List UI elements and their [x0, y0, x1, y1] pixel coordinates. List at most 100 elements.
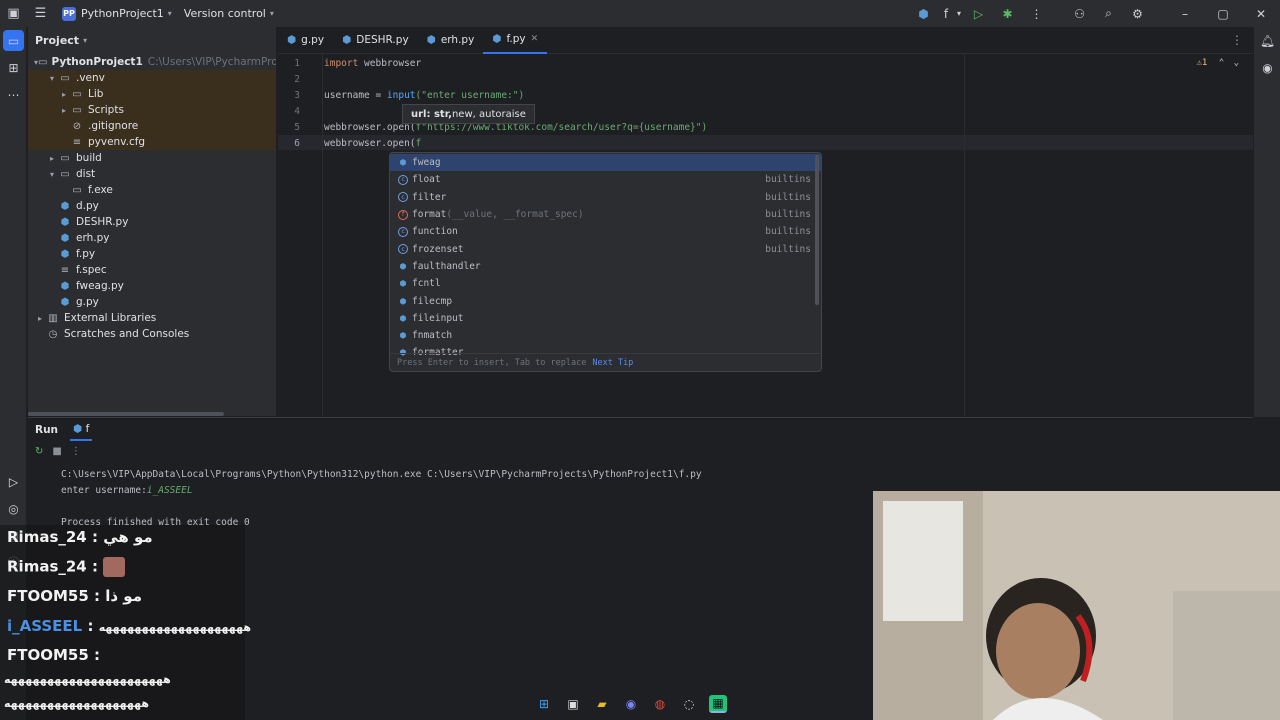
tree-item-deshr-py[interactable]: ⬢ DESHR.py — [28, 214, 276, 230]
completion-list: ⬢ fweag c float builtins c filter builtins f form… — [390, 153, 821, 362]
expand-arrow-icon[interactable]: ▸ — [34, 314, 46, 323]
tab-g-py[interactable]: ⬢ g.py — [278, 27, 333, 54]
completion-item[interactable]: ⬢ fileinput — [390, 310, 821, 327]
run-config-python-icon[interactable]: ⬢ — [909, 7, 938, 21]
completion-name: fweag — [412, 157, 441, 169]
tree-item-external-libraries[interactable]: ▸ ▥ External Libraries — [28, 310, 276, 326]
folder-icon: ▭ — [38, 56, 48, 68]
tab-options-icon[interactable]: ⋮ — [1231, 33, 1243, 47]
tree-item-erh-py[interactable]: ⬢ erh.py — [28, 230, 276, 246]
completion-item[interactable]: f format (__value, __format_spec) builtins — [390, 206, 821, 223]
completion-item[interactable]: ⬢ fcntl — [390, 275, 821, 292]
line-number: 4 — [294, 106, 300, 117]
search-icon[interactable]: ⌕ — [1094, 6, 1123, 21]
python-file-icon: ⬢ — [492, 33, 502, 45]
run-tool-icon[interactable]: ▷ — [0, 468, 27, 495]
close-tab-icon[interactable]: ✕ — [531, 34, 539, 44]
chevron-down-icon[interactable]: ▾ — [168, 9, 172, 18]
close-icon[interactable]: ✕ — [1242, 7, 1280, 21]
minimize-icon[interactable]: – — [1166, 7, 1204, 21]
task-view-icon[interactable]: ▣ — [564, 695, 582, 713]
file-explorer-icon[interactable]: ▰ — [593, 695, 611, 713]
windows-start-icon[interactable]: ⊞ — [535, 695, 553, 713]
tree-item-scripts[interactable]: ▸ ▭ Scripts — [28, 102, 276, 118]
chrome-icon[interactable]: ◍ — [651, 695, 669, 713]
line-number: 5 — [294, 122, 300, 133]
expand-arrow-icon[interactable]: ▾ — [46, 74, 58, 83]
completion-item[interactable]: c frozenset builtins — [390, 240, 821, 257]
tree-root[interactable]: ▾ ▭ PythonProject1 C:\Users\VIP\PycharmP… — [28, 54, 276, 70]
completion-source: builtins — [765, 243, 811, 255]
project-tool-icon[interactable]: ▭ — [3, 30, 24, 51]
project-panel-header[interactable]: Project ▾ — [28, 27, 276, 54]
main-menu-icon[interactable]: ☰ — [27, 0, 54, 27]
ai-assistant-icon[interactable]: ◉ — [1254, 54, 1280, 81]
completion-item[interactable]: c function builtins — [390, 223, 821, 240]
tab-label: g.py — [301, 34, 325, 46]
discord-icon[interactable]: ◉ — [622, 695, 640, 713]
expand-arrow-icon[interactable]: ▸ — [58, 90, 70, 99]
code-token: webbrowser.open( — [324, 138, 416, 149]
tree-item-build[interactable]: ▸ ▭ build — [28, 150, 276, 166]
code-token: import — [324, 58, 359, 69]
completion-item[interactable]: ⬢ faulthandler — [390, 258, 821, 275]
tree-item-f-spec[interactable]: ≡ f.spec — [28, 262, 276, 278]
tree-item-d-py[interactable]: ⬢ d.py — [28, 198, 276, 214]
expand-arrow-icon[interactable]: ▸ — [46, 154, 58, 163]
tree-item-venv[interactable]: ▾ ▭ .venv — [28, 70, 276, 86]
more-icon[interactable]: ⋮ — [71, 446, 81, 462]
tree-item-pyvenv-cfg[interactable]: ≡ pyvenv.cfg — [28, 134, 276, 150]
tab-deshr-py[interactable]: ⬢ DESHR.py — [333, 27, 418, 54]
run-tab-f[interactable]: ⬢ f — [70, 419, 93, 441]
settings-icon[interactable]: ⚙ — [1123, 7, 1152, 21]
chevron-down-icon[interactable]: ⌄ — [1234, 58, 1239, 68]
tree-item-fweag-py[interactable]: ⬢ fweag.py — [28, 278, 276, 294]
python-packages-icon[interactable]: ◎ — [0, 495, 27, 522]
pycharm-icon[interactable]: ▦ — [709, 695, 727, 713]
tree-item-dist[interactable]: ▾ ▭ dist — [28, 166, 276, 182]
project-name-dropdown[interactable]: PythonProject1 — [81, 7, 164, 20]
chevron-down-icon[interactable]: ▾ — [270, 9, 274, 18]
tree-item-f-py[interactable]: ⬢ f.py — [28, 246, 276, 262]
chevron-up-icon[interactable]: ⌃ — [1219, 58, 1224, 68]
completion-item[interactable]: ⬢ filecmp — [390, 292, 821, 309]
structure-tool-icon[interactable]: ⊞ — [0, 54, 27, 81]
notifications-icon[interactable]: 🔔︎ — [1254, 27, 1280, 54]
expand-arrow-icon[interactable]: ▸ — [58, 106, 70, 115]
run-config-name[interactable]: f — [938, 7, 954, 21]
chevron-down-icon[interactable]: ▾ — [954, 9, 964, 18]
more-tools-icon[interactable]: ⋯ — [0, 81, 27, 108]
next-tip-link[interactable]: Next Tip — [592, 358, 633, 368]
stop-icon[interactable]: ■ — [52, 446, 61, 462]
user-input: i_ASSEEL — [146, 485, 193, 496]
completion-item[interactable]: c filter builtins — [390, 189, 821, 206]
tab-f-py[interactable]: ⬢ f.py ✕ — [483, 27, 548, 54]
expand-arrow-icon[interactable]: ▾ — [46, 170, 58, 179]
app-logo-icon[interactable]: ▣ — [0, 0, 27, 27]
maximize-icon[interactable]: ▢ — [1204, 7, 1242, 21]
chevron-down-icon[interactable]: ▾ — [83, 36, 87, 45]
add-user-icon[interactable]: ⚇ — [1065, 7, 1094, 21]
inspection-widget[interactable]: ⚠1 ⌃ ⌄ — [1196, 58, 1239, 68]
tree-item-g-py[interactable]: ⬢ g.py — [28, 294, 276, 310]
popup-scrollbar[interactable] — [815, 155, 819, 305]
rerun-icon[interactable]: ↻ — [35, 446, 43, 462]
python-module-icon: ⬢ — [399, 313, 407, 323]
completion-item[interactable]: ⬢ fweag — [390, 154, 821, 172]
tree-item-gitignore[interactable]: ⊘ .gitignore — [28, 118, 276, 134]
more-actions-icon[interactable]: ⋮ — [1022, 7, 1051, 21]
tab-erh-py[interactable]: ⬢ erh.py — [418, 27, 484, 54]
run-icon[interactable]: ▷ — [964, 7, 993, 21]
debug-icon[interactable]: ✱ — [993, 7, 1022, 21]
tree-item-f-exe[interactable]: ▭ f.exe — [28, 182, 276, 198]
tree-item-scratches-and-consoles[interactable]: ◷ Scratches and Consoles — [28, 326, 276, 342]
code-completion-popup: ⬢ fweag c float builtins c filter builtins f form… — [389, 152, 822, 372]
tree-item-lib[interactable]: ▸ ▭ Lib — [28, 86, 276, 102]
completion-item[interactable]: ⬢ fnmatch — [390, 327, 821, 344]
completion-item[interactable]: c float builtins — [390, 171, 821, 188]
obs-icon[interactable]: ◌ — [680, 695, 698, 713]
horizontal-scrollbar[interactable] — [28, 412, 224, 416]
line-number: 1 — [294, 58, 300, 69]
version-control-dropdown[interactable]: Version control — [184, 7, 266, 20]
py-icon: ⬢ — [60, 232, 70, 244]
